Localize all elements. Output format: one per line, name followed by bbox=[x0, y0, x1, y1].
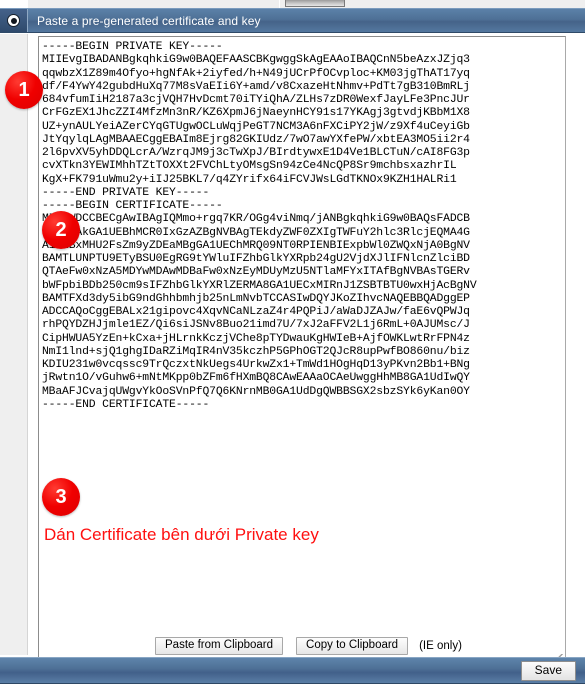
partial-offscreen-button[interactable] bbox=[285, 0, 345, 7]
radio-selected-icon bbox=[0, 9, 28, 32]
annotation-badge-1: 1 bbox=[5, 71, 43, 109]
paste-from-clipboard-button[interactable]: Paste from Clipboard bbox=[155, 637, 284, 655]
certificate-and-key-textarea[interactable] bbox=[38, 36, 566, 667]
radio-selected-glyph bbox=[7, 14, 20, 27]
window-titlebar: Paste a pre-generated certificate and ke… bbox=[0, 8, 585, 33]
ie-only-note: (IE only) bbox=[419, 640, 462, 652]
annotation-note: Dán Certificate bên dưới Private key bbox=[44, 525, 319, 544]
certificate-editor-wrapper bbox=[38, 36, 566, 667]
copy-to-clipboard-button[interactable]: Copy to Clipboard bbox=[296, 637, 409, 655]
left-gutter bbox=[0, 34, 28, 655]
top-strip-left-pad bbox=[0, 0, 28, 8]
annotation-badge-3: 3 bbox=[42, 478, 80, 516]
annotation-badge-2: 2 bbox=[42, 211, 80, 249]
footer-bar: Save bbox=[0, 657, 585, 684]
top-strip-divider bbox=[279, 0, 280, 8]
window-title: Paste a pre-generated certificate and ke… bbox=[37, 13, 261, 28]
footer-bottom-pad bbox=[0, 684, 585, 692]
save-button[interactable]: Save bbox=[520, 660, 576, 681]
main-content: Dán Certificate bên dưới Private key 1 2… bbox=[0, 34, 585, 667]
clipboard-button-row: Paste from Clipboard Copy to Clipboard (… bbox=[28, 637, 585, 655]
